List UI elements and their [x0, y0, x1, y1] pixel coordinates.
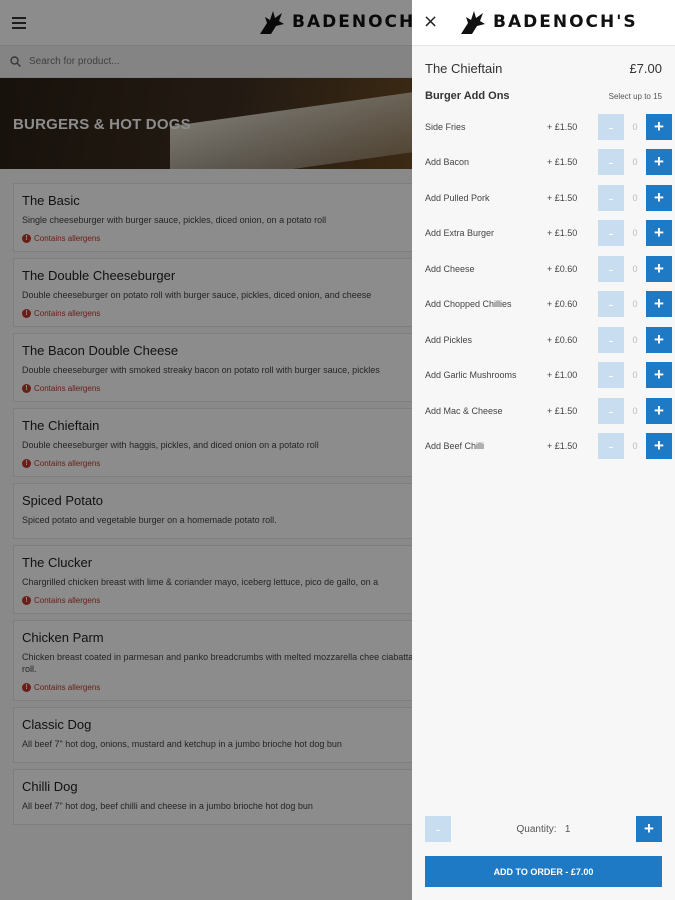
addon-row: Add Beef Chilli + £1.50 -0 + [412, 429, 675, 465]
quantity-label: Quantity: [516, 823, 557, 835]
brand-logo: BADENOCH'S [459, 9, 638, 35]
quantity-increase-button[interactable]: + [636, 816, 662, 842]
addon-name: Add Pulled Pork [425, 192, 490, 203]
addon-price: + £0.60 [547, 334, 578, 345]
addon-list: Side Fries + £1.50-0 + Add Bacon + £1.50-0 + A… [412, 109, 675, 464]
addon-row: Add Pulled Pork + £1.50 -0 + [412, 180, 675, 216]
addon-quantity: 0 [632, 192, 638, 203]
addon-row: Side Fries + £1.50 -0 + [412, 109, 675, 145]
addon-increase-button[interactable]: + [646, 255, 672, 282]
add-to-order-button[interactable]: ADD TO ORDER - £7.00 [425, 856, 662, 887]
addon-name: Side Fries [425, 121, 466, 132]
item-price: £7.00 [629, 60, 662, 76]
addon-increase-button[interactable]: + [646, 362, 672, 389]
quantity-decrease-button[interactable]: - [425, 816, 451, 842]
addons-limit: Select up to 15 [608, 92, 662, 101]
addon-name: Add Extra Burger [425, 228, 495, 239]
addon-decrease-button[interactable]: - [598, 113, 624, 140]
addon-decrease-button[interactable]: - [598, 220, 624, 247]
addon-price: + £1.50 [547, 121, 578, 132]
addon-decrease-button[interactable]: - [598, 184, 624, 211]
addon-quantity: 0 [632, 263, 638, 274]
addon-quantity: 0 [632, 370, 638, 381]
addon-quantity: 0 [632, 299, 638, 310]
addon-name: Add Bacon [425, 157, 470, 168]
addon-name: Add Mac & Cheese [425, 405, 503, 416]
addon-row: Add Garlic Mushrooms + £1.00 -0 + [412, 358, 675, 394]
addon-row: Add Mac & Cheese + £1.50 -0 + [412, 393, 675, 429]
addon-price: + £1.00 [547, 370, 578, 381]
addon-row: Add Chopped Chillies + £0.60 -0 + [412, 287, 675, 323]
addon-increase-button[interactable]: + [646, 397, 672, 424]
addon-row: Add Pickles + £0.60 -0 + [412, 322, 675, 358]
brand-name: BADENOCH'S [493, 12, 638, 32]
addon-increase-button[interactable]: + [646, 113, 672, 140]
addon-quantity: 0 [632, 121, 638, 132]
addon-increase-button[interactable]: + [646, 184, 672, 211]
panel-header: × BADENOCH'S [412, 0, 675, 46]
addon-decrease-button[interactable]: - [598, 397, 624, 424]
addon-price: + £0.60 [547, 299, 578, 310]
selected-item: The Chieftain £7.00 [412, 46, 675, 90]
addon-increase-button[interactable]: + [646, 149, 672, 176]
addon-quantity: 0 [632, 228, 638, 239]
addon-row: Add Bacon + £1.50 -0 + [412, 145, 675, 181]
addon-quantity: 0 [632, 405, 638, 416]
wolf-logo-icon [461, 11, 485, 34]
addon-price: + £1.50 [547, 192, 578, 203]
addon-name: Add Beef Chilli [425, 441, 485, 452]
addon-increase-button[interactable]: + [646, 291, 672, 318]
addon-name: Add Chopped Chillies [425, 299, 512, 310]
addons-title: Burger Add Ons [425, 90, 510, 102]
quantity-row: - Quantity: 1 + [425, 816, 662, 842]
addon-quantity: 0 [632, 157, 638, 168]
addon-decrease-button[interactable]: - [598, 433, 624, 460]
addon-quantity: 0 [632, 334, 638, 345]
addon-price: + £1.50 [547, 405, 578, 416]
addon-name: Add Garlic Mushrooms [425, 370, 517, 381]
addons-header: Burger Add Ons Select up to 15 [412, 90, 675, 108]
close-icon[interactable]: × [423, 13, 438, 31]
addon-increase-button[interactable]: + [646, 326, 672, 353]
quantity-display: Quantity: 1 [451, 824, 636, 835]
addon-decrease-button[interactable]: - [598, 255, 624, 282]
addon-name: Add Pickles [425, 334, 473, 345]
item-name: The Chieftain [425, 60, 503, 76]
quantity-value: 1 [564, 823, 571, 835]
addon-price: + £1.50 [547, 228, 578, 239]
addon-name: Add Cheese [425, 263, 475, 274]
addon-quantity: 0 [632, 441, 638, 452]
addon-decrease-button[interactable]: - [598, 291, 624, 318]
addon-row: Add Extra Burger + £1.50 -0 + [412, 216, 675, 252]
addon-increase-button[interactable]: + [646, 220, 672, 247]
addon-decrease-button[interactable]: - [598, 362, 624, 389]
addon-price: + £0.60 [547, 263, 578, 274]
addon-decrease-button[interactable]: - [598, 149, 624, 176]
addon-price: + £1.50 [547, 157, 578, 168]
addon-increase-button[interactable]: + [646, 433, 672, 460]
addon-price: + £1.50 [547, 441, 578, 452]
addon-decrease-button[interactable]: - [598, 326, 624, 353]
addon-row: Add Cheese + £0.60 -0 + [412, 251, 675, 287]
panel-footer: - Quantity: 1 + ADD TO ORDER - £7.00 [412, 816, 675, 887]
item-options-panel: × BADENOCH'S The Chieftain £7.00 Burger … [412, 0, 675, 900]
